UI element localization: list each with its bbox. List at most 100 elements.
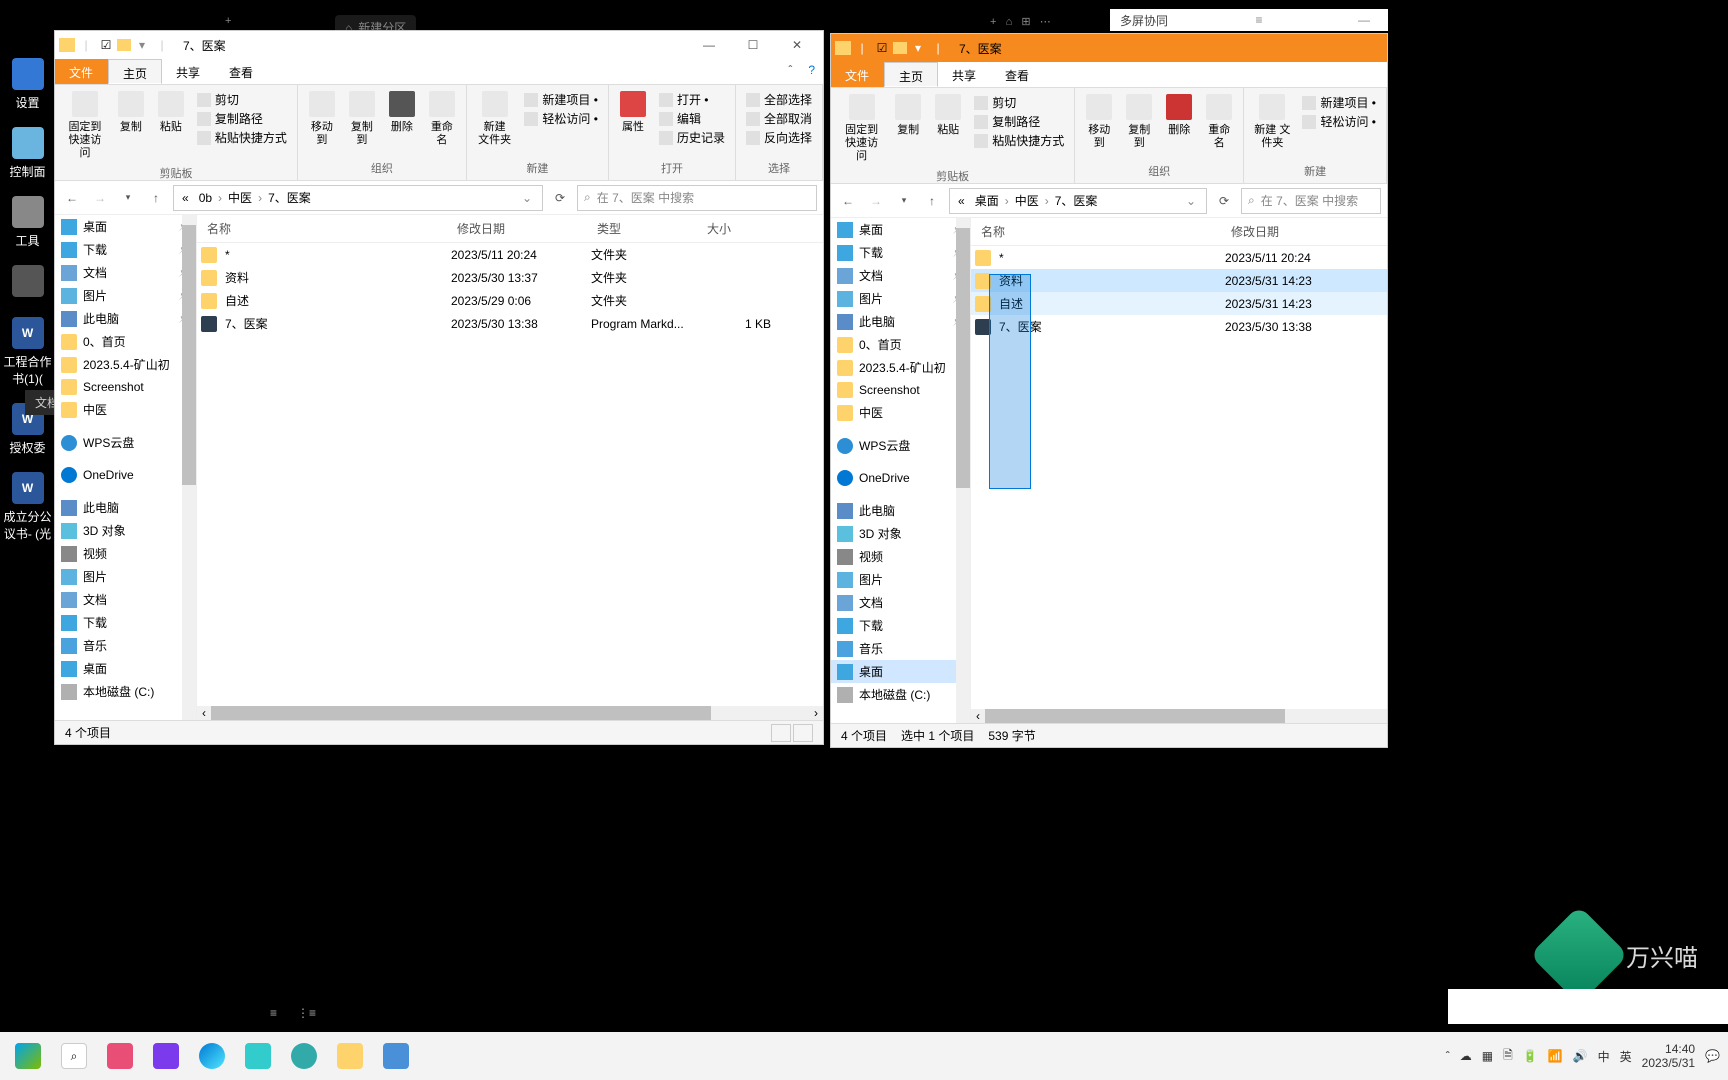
col-date[interactable]: 修改日期 — [1221, 223, 1361, 240]
breadcrumb-item[interactable]: 桌面 — [971, 192, 1003, 209]
selectall-button[interactable]: 全部选择 — [746, 91, 812, 108]
newitem-button[interactable]: 新建项目 • — [1302, 94, 1376, 111]
file-row[interactable]: 7、医案2023/5/30 13:38Program Markd...1 KB — [197, 312, 823, 335]
titlebar[interactable]: | ☑ ▾ | 7、医案 — [831, 34, 1387, 62]
file-list[interactable]: 名称 修改日期 *2023/5/11 20:24资料2023/5/31 14:2… — [971, 218, 1387, 723]
breadcrumb-dropdown-icon[interactable]: ⌄ — [516, 191, 538, 205]
up-button[interactable]: ↑ — [145, 187, 167, 209]
forward-button[interactable]: → — [865, 190, 887, 212]
collapse-ribbon-icon[interactable]: ˆ — [780, 59, 800, 84]
search-button[interactable]: ⌕ — [54, 1036, 94, 1076]
explorer-button[interactable] — [330, 1036, 370, 1076]
nav-item[interactable]: 此电脑 — [831, 499, 970, 522]
qat-newfolder-icon[interactable] — [117, 39, 131, 51]
view-large-icon[interactable] — [793, 724, 813, 742]
file-row[interactable]: *2023/5/11 20:24 — [971, 246, 1387, 269]
tray-icon[interactable]: 🗎 — [1503, 1046, 1513, 1067]
refresh-button[interactable]: ⟳ — [1213, 190, 1235, 212]
breadcrumb-item[interactable]: 中医 — [224, 189, 256, 206]
taskbar[interactable]: ⌕ ˆ ☁ ▦ 🗎 🔋 📶 🔊 中 英 14:40 2023/5/31 💬 — [0, 1032, 1728, 1080]
titlebar[interactable]: | ☑ ▾ | 7、医案 — ☐ ✕ — [55, 31, 823, 59]
newfolder-button[interactable]: 新建 文件夹 — [1250, 92, 1294, 152]
edit-button[interactable]: 编辑 — [659, 110, 725, 127]
open-button[interactable]: 打开 • — [659, 91, 725, 108]
copyto-button[interactable]: 复制到 — [1121, 92, 1157, 152]
moveto-button[interactable]: 移动到 — [1081, 92, 1117, 152]
pin-button[interactable]: 固定到 快速访问 — [61, 89, 109, 163]
recent-dropdown[interactable]: ▾ — [893, 190, 915, 212]
background-tab-add[interactable]: + — [225, 15, 231, 27]
tab-home[interactable]: 主页 — [884, 62, 938, 87]
pasteshortcut-button[interactable]: 粘贴快捷方式 — [974, 132, 1064, 149]
breadcrumb-item[interactable]: 7、医案 — [1051, 192, 1102, 209]
history-button[interactable]: 历史记录 — [659, 129, 725, 146]
copypath-button[interactable]: 复制路径 — [974, 113, 1064, 130]
clock[interactable]: 14:40 2023/5/31 — [1642, 1042, 1695, 1071]
vertical-scrollbar[interactable] — [956, 218, 970, 723]
tab-view[interactable]: 查看 — [215, 59, 268, 84]
background-tab-controls[interactable]: + ⌂ ⊞ ⋯ — [990, 15, 1051, 28]
col-type[interactable]: 类型 — [587, 220, 697, 237]
file-row[interactable]: 自述2023/5/31 14:23 — [971, 292, 1387, 315]
vertical-scrollbar[interactable] — [182, 215, 196, 720]
delete-button[interactable]: 删除 — [384, 89, 420, 136]
nav-item[interactable]: 本地磁盘 (C:) — [55, 680, 196, 703]
paste-button[interactable]: 粘贴 — [153, 89, 189, 136]
col-date[interactable]: 修改日期 — [447, 220, 587, 237]
maximize-button[interactable]: ☐ — [731, 32, 775, 58]
breadcrumb-item[interactable]: 中医 — [1011, 192, 1043, 209]
forward-button[interactable]: → — [89, 187, 111, 209]
desktop-icon[interactable]: W成立分公议书- (光 — [0, 464, 55, 550]
outline-icon[interactable]: ⋮≡ — [297, 1006, 316, 1020]
easyaccess-button[interactable]: 轻松访问 • — [524, 110, 598, 127]
app-button[interactable] — [238, 1036, 278, 1076]
list-header[interactable]: 名称 修改日期 — [971, 218, 1387, 246]
file-row[interactable]: 资料2023/5/31 14:23 — [971, 269, 1387, 292]
pasteshortcut-button[interactable]: 粘贴快捷方式 — [197, 129, 287, 146]
tray-icon[interactable]: ▦ — [1482, 1049, 1493, 1063]
ime-mode[interactable]: 英 — [1620, 1048, 1632, 1065]
view-details-icon[interactable] — [771, 724, 791, 742]
nav-item[interactable]: 2023.5.4-矿山初 — [831, 356, 970, 379]
qat-properties-icon[interactable]: ☑ — [873, 39, 891, 57]
file-row[interactable]: 资料2023/5/30 13:37文件夹 — [197, 266, 823, 289]
navigation-pane[interactable]: 桌面下载文档图片此电脑0、首页2023.5.4-矿山初Screenshot中医W… — [55, 215, 197, 720]
nav-item[interactable]: 文档 — [55, 261, 196, 284]
file-row[interactable]: 7、医案2023/5/30 13:38 — [971, 315, 1387, 338]
obsidian-button[interactable] — [146, 1036, 186, 1076]
breadcrumb-item[interactable]: 0b — [195, 191, 216, 205]
newitem-button[interactable]: 新建项目 • — [524, 91, 598, 108]
tab-file[interactable]: 文件 — [55, 59, 108, 84]
nav-item[interactable]: Screenshot — [55, 376, 196, 398]
file-row[interactable]: *2023/5/11 20:24文件夹 — [197, 243, 823, 266]
nav-item[interactable]: 3D 对象 — [55, 519, 196, 542]
navigation-pane[interactable]: 桌面下载文档图片此电脑0、首页2023.5.4-矿山初Screenshot中医W… — [831, 218, 971, 723]
nav-item[interactable]: 本地磁盘 (C:) — [831, 683, 970, 706]
nav-item[interactable]: 2023.5.4-矿山初 — [55, 353, 196, 376]
tray-wifi-icon[interactable]: 📶 — [1548, 1049, 1563, 1063]
nav-item[interactable]: 视频 — [831, 545, 970, 568]
nav-item[interactable]: 0、首页 — [55, 330, 196, 353]
delete-button[interactable]: 删除 — [1161, 92, 1197, 139]
tab-view[interactable]: 查看 — [991, 62, 1044, 87]
nav-item[interactable]: 中医 — [831, 401, 970, 424]
up-button[interactable]: ↑ — [921, 190, 943, 212]
nav-item[interactable]: 下载 — [55, 238, 196, 261]
invertselect-button[interactable]: 反向选择 — [746, 129, 812, 146]
desktop-icon[interactable]: W工程合作书(1)( — [0, 309, 55, 395]
col-name[interactable]: 名称 — [971, 223, 1221, 240]
qat-dropdown-icon[interactable]: ▾ — [133, 36, 151, 54]
nav-item[interactable]: 此电脑 — [55, 496, 196, 519]
nav-item[interactable]: 视频 — [55, 542, 196, 565]
moveto-button[interactable]: 移动到 — [304, 89, 340, 149]
nav-item[interactable]: 文档 — [831, 591, 970, 614]
nav-item[interactable]: 下载 — [831, 614, 970, 637]
nav-item[interactable]: 中医 — [55, 398, 196, 421]
copypath-button[interactable]: 复制路径 — [197, 110, 287, 127]
tab-share[interactable]: 共享 — [938, 62, 991, 87]
search-input[interactable]: ⌕ 在 7、医案 中搜索 — [577, 185, 817, 211]
back-button[interactable]: ← — [837, 190, 859, 212]
snipaste-button[interactable] — [100, 1036, 140, 1076]
desktop-icon[interactable]: 设置 — [0, 50, 55, 119]
minimize-icon[interactable]: — — [1350, 13, 1378, 27]
